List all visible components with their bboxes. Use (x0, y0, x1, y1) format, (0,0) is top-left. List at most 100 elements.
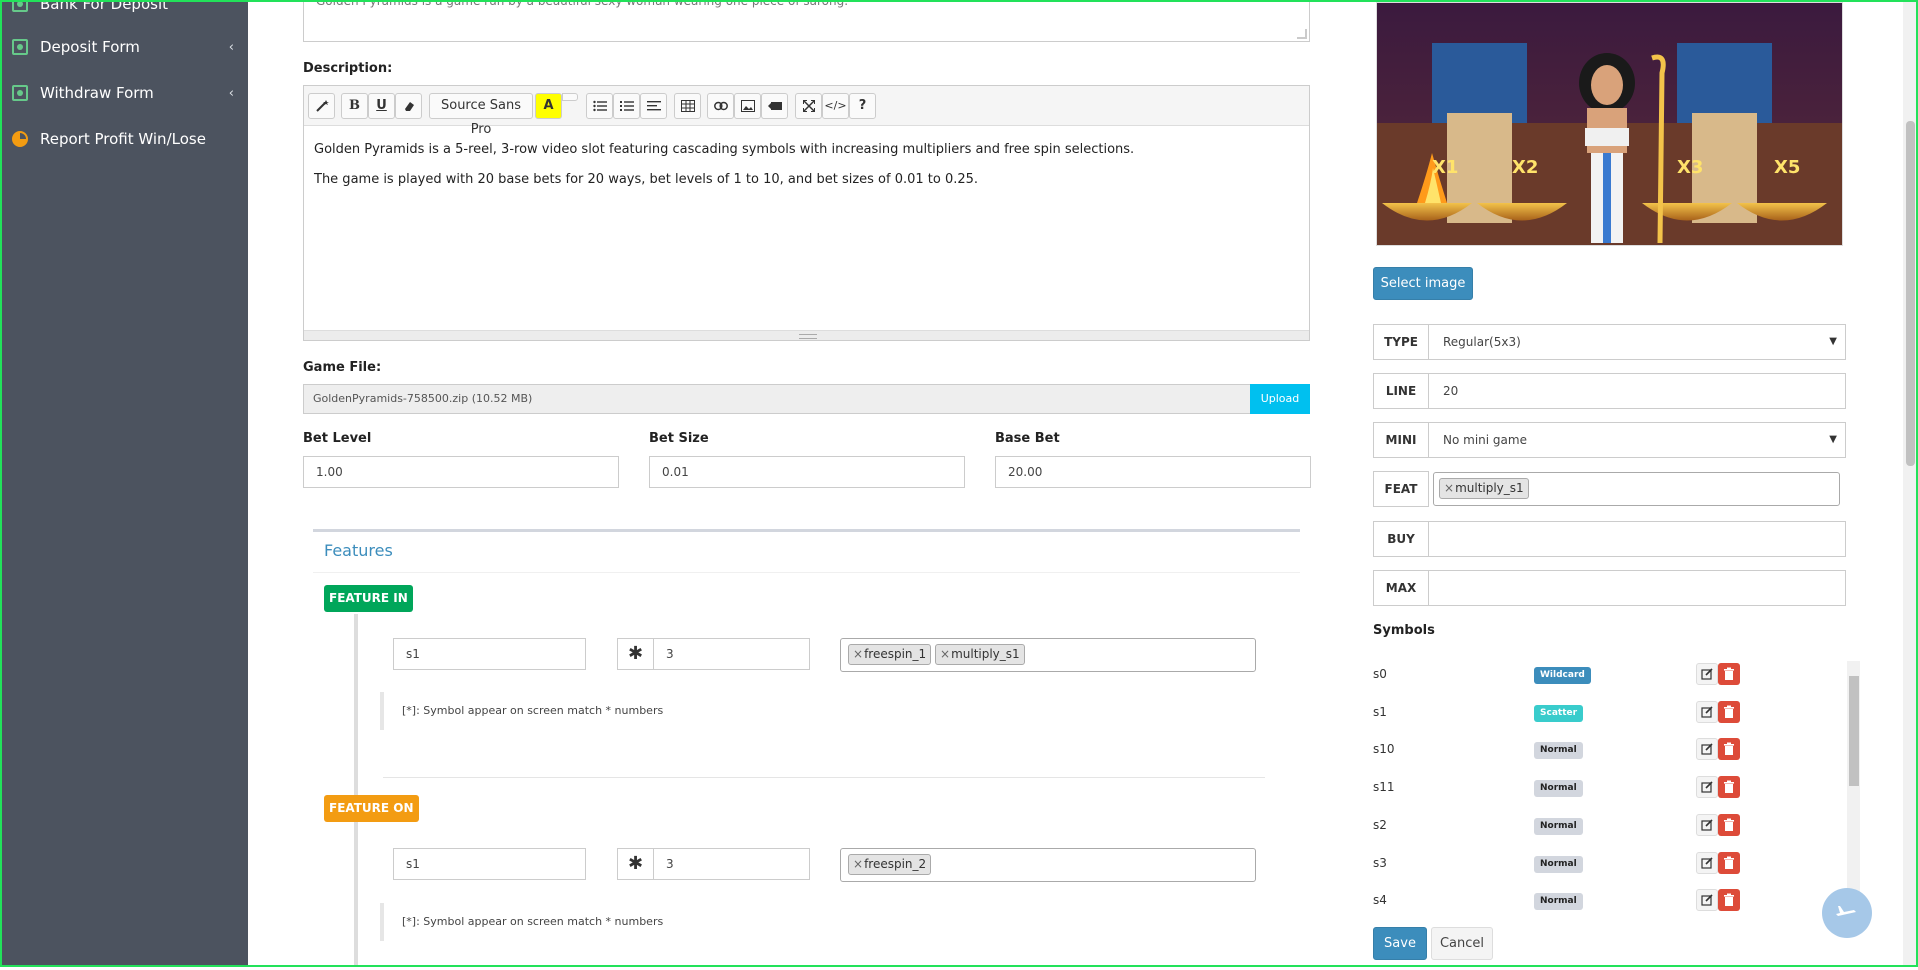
chevron-left-icon: ‹ (228, 39, 234, 55)
table-icon[interactable] (674, 93, 701, 119)
feature-on-badge: FEATURE ON (324, 795, 419, 822)
mini-label: MINI (1373, 422, 1429, 458)
symbol-name: s1 (1373, 704, 1387, 719)
bet-level-label: Bet Level (303, 431, 372, 446)
asterisk-icon: ✱ (617, 638, 653, 670)
help-button[interactable]: ? (849, 93, 876, 119)
timeline-line (354, 614, 358, 967)
sidebar-item-bank-for-deposit[interactable]: Bank For Deposit (0, 0, 248, 22)
remove-tag-icon[interactable]: × (940, 647, 950, 661)
sidebar-item-withdraw-form[interactable]: Withdraw Form ‹ (0, 75, 248, 111)
delete-symbol-button[interactable] (1718, 738, 1740, 761)
line-input[interactable]: 20 (1428, 373, 1846, 409)
magic-wand-icon[interactable] (308, 93, 335, 119)
picture-icon[interactable] (734, 93, 761, 119)
multiplier-label: X2 (1512, 157, 1538, 178)
remove-tag-icon[interactable]: × (853, 647, 863, 661)
editor-toolbar: B U Source Sans Pro A </> ? (304, 86, 1309, 137)
symbols-scroll-thumb[interactable] (1849, 676, 1859, 786)
chevron-down-icon: ▼ (1829, 434, 1837, 445)
page-scroll-thumb[interactable] (1906, 121, 1915, 466)
edit-symbol-button[interactable] (1696, 700, 1718, 723)
font-color-button[interactable]: A (535, 93, 562, 119)
trash-icon (1724, 705, 1734, 718)
edit-symbol-button[interactable] (1696, 776, 1718, 799)
symbols-title: Symbols (1373, 623, 1435, 638)
symbol-type-badge: Normal (1534, 742, 1583, 760)
multiplier-label: X1 (1432, 157, 1458, 178)
buy-input[interactable] (1428, 521, 1846, 557)
delete-symbol-button[interactable] (1718, 776, 1740, 799)
ordered-list-icon[interactable] (613, 93, 640, 119)
video-icon[interactable] (761, 93, 788, 119)
divider (313, 572, 1300, 573)
link-icon[interactable] (707, 93, 734, 119)
underline-button[interactable]: U (368, 93, 395, 119)
symbol-type-badge: Normal (1534, 855, 1583, 873)
asterisk-icon: ✱ (617, 848, 653, 880)
base-bet-input[interactable]: 20.00 (995, 456, 1311, 488)
remove-tag-icon[interactable]: × (853, 857, 863, 871)
feature-on-tags-input[interactable]: ×freespin_2 (840, 848, 1256, 882)
color-dropdown-button[interactable] (562, 93, 578, 101)
feat-label: FEAT (1373, 471, 1429, 507)
game-preview-image: X1 X2 X3 X5 (1376, 2, 1843, 246)
edit-symbol-button[interactable] (1696, 663, 1718, 685)
delete-symbol-button[interactable] (1718, 813, 1740, 836)
code-view-button[interactable]: </> (822, 93, 849, 119)
unordered-list-icon[interactable] (586, 93, 613, 119)
feature-on-count-input[interactable]: 3 (653, 848, 810, 880)
upload-button[interactable]: Upload (1250, 384, 1310, 414)
mini-select[interactable]: No mini game ▼ (1428, 422, 1846, 458)
bold-button[interactable]: B (341, 93, 368, 119)
feature-in-tags-input[interactable]: ×freespin_1 ×multiply_s1 (840, 638, 1256, 672)
tag-multiply-s1[interactable]: ×multiply_s1 (1439, 478, 1529, 499)
symbol-name: s3 (1373, 855, 1387, 870)
feature-in-symbol-input[interactable]: s1 (393, 638, 586, 670)
symbol-name: s11 (1373, 780, 1395, 795)
font-family-select[interactable]: Source Sans Pro (429, 93, 533, 137)
sidebar-item-deposit-form[interactable]: Deposit Form ‹ (0, 29, 248, 65)
edit-symbol-button[interactable] (1696, 738, 1718, 761)
editor-resize-bar[interactable] (304, 330, 1309, 340)
cancel-button[interactable]: Cancel (1431, 927, 1493, 960)
symbol-name: s4 (1373, 893, 1387, 908)
delete-symbol-button[interactable] (1718, 663, 1740, 685)
align-left-icon[interactable] (640, 93, 667, 119)
feature-on-symbol-input[interactable]: s1 (393, 848, 586, 880)
symbol-row: s1 Scatter (1373, 699, 1847, 729)
delete-symbol-button[interactable] (1718, 851, 1740, 874)
symbol-row: s2 Normal (1373, 812, 1847, 842)
eraser-icon[interactable] (395, 93, 422, 119)
feature-in-count-input[interactable]: 3 (653, 638, 810, 670)
short-description-textarea[interactable]: Golden Pyramids is a game run by a beaut… (303, 0, 1310, 42)
game-file-input[interactable]: GoldenPyramids-758500.zip (10.52 MB) (303, 384, 1250, 414)
trash-icon (1724, 856, 1734, 869)
edit-icon (1701, 668, 1713, 680)
pie-chart-icon (12, 131, 28, 147)
max-input[interactable] (1428, 570, 1846, 606)
floating-action-button[interactable] (1822, 888, 1872, 938)
tag-freespin-2[interactable]: ×freespin_2 (848, 854, 932, 875)
sidebar-item-report-profit[interactable]: Report Profit Win/Lose (0, 121, 248, 157)
select-image-button[interactable]: Select image (1373, 267, 1473, 300)
remove-tag-icon[interactable]: × (1444, 481, 1454, 495)
resize-grip-icon[interactable] (1297, 29, 1307, 39)
edit-icon (1701, 856, 1713, 869)
delete-symbol-button[interactable] (1718, 700, 1740, 723)
tag-multiply-s1[interactable]: ×multiply_s1 (935, 644, 1025, 665)
money-icon (12, 0, 28, 12)
delete-symbol-button[interactable] (1718, 889, 1740, 912)
tag-freespin-1[interactable]: ×freespin_1 (848, 644, 932, 665)
edit-symbol-button[interactable] (1696, 889, 1718, 912)
edit-symbol-button[interactable] (1696, 813, 1718, 836)
bet-size-input[interactable]: 0.01 (649, 456, 965, 488)
symbol-name: s2 (1373, 817, 1387, 832)
line-label: LINE (1373, 373, 1429, 409)
save-button[interactable]: Save (1373, 927, 1427, 960)
type-select[interactable]: Regular(5x3) ▼ (1428, 324, 1846, 360)
bet-level-input[interactable]: 1.00 (303, 456, 619, 488)
fullscreen-icon[interactable] (795, 93, 822, 119)
edit-symbol-button[interactable] (1696, 851, 1718, 874)
feat-tags-input[interactable]: ×multiply_s1 (1433, 472, 1840, 506)
